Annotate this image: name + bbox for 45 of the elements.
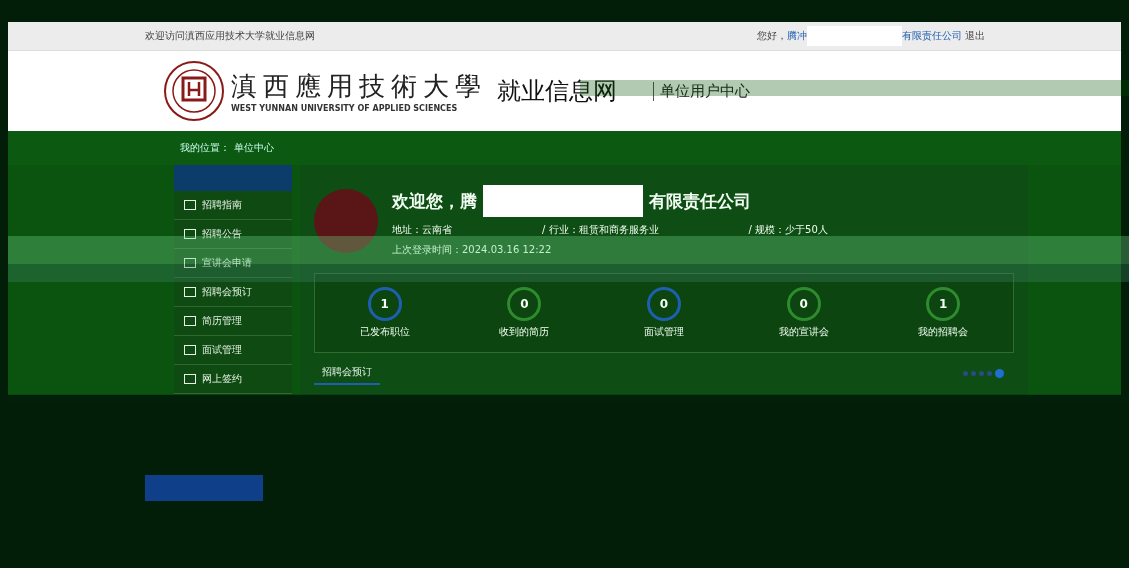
last-login-text: 上次登录时间：2024.03.16 12:22 xyxy=(392,243,553,257)
count-ring[interactable]: 0 xyxy=(786,287,821,321)
address-text: 地址：云南省 xyxy=(392,223,452,237)
tab[interactable]: 招聘会预订 xyxy=(314,361,380,385)
user-link[interactable]: 腾冲 xyxy=(786,29,807,43)
stat-label: 已发布职位 xyxy=(359,325,410,339)
monitor-icon xyxy=(184,287,196,297)
stat-label: 我的招聘会 xyxy=(918,325,969,339)
count-ring[interactable]: 0 xyxy=(647,287,681,321)
sidebar-item[interactable]: 简历管理 xyxy=(174,307,292,336)
count-ring[interactable]: 0 xyxy=(507,287,542,321)
monitor-icon xyxy=(184,200,196,210)
monitor-icon xyxy=(184,345,196,355)
monitor-icon xyxy=(184,229,196,239)
university-seal-icon xyxy=(163,60,225,122)
greeting-text: 您好， xyxy=(756,29,787,43)
sidebar-item[interactable]: 招聘公告 xyxy=(174,220,292,249)
school-name-english: WEST YUNNAN UNIVERSITY OF APPLIED SCIENCES xyxy=(231,104,459,113)
company-name-end: 有限责任公司 xyxy=(649,189,751,213)
stat-label: 收到的简历 xyxy=(499,325,550,339)
logout-link[interactable]: 退出 xyxy=(964,29,985,43)
welcome-text: 欢迎访问滇西应用技术大学就业信息网 xyxy=(144,29,315,43)
breadcrumb-link[interactable]: 单位中心 xyxy=(234,141,274,155)
pager-dots-icon xyxy=(963,368,1004,378)
site-title: 就业信息网 xyxy=(497,76,617,107)
count-ring[interactable]: 1 xyxy=(926,287,961,321)
welcome-heading: 欢迎您，腾 xyxy=(392,189,477,213)
monitor-icon xyxy=(184,374,196,384)
sidebar-item[interactable]: 面试管理 xyxy=(174,336,292,365)
school-name: 滇西應用技術大學 xyxy=(231,70,487,103)
stat-label: 我的宣讲会 xyxy=(778,325,829,339)
sidebar-item[interactable]: 宣讲会申请 xyxy=(174,249,292,278)
industry-text: / 行业：租赁和商务服务业 xyxy=(542,223,659,237)
monitor-icon xyxy=(184,258,196,268)
scale-text: / 规模：少于50人 xyxy=(748,223,828,237)
footer-button[interactable] xyxy=(145,475,263,501)
breadcrumb-label: 我的位置： xyxy=(180,141,230,155)
center-title: 单位用户中心 xyxy=(653,81,750,101)
count-ring[interactable]: 1 xyxy=(367,287,402,321)
sidebar-item[interactable]: 网上签约 xyxy=(174,365,292,394)
user-link[interactable]: 有限责任公司 xyxy=(901,29,962,43)
stat-label: 面试管理 xyxy=(644,325,684,339)
sidebar-item[interactable]: 招聘指南 xyxy=(174,191,292,220)
sidebar-item[interactable]: 招聘会预订 xyxy=(174,278,292,307)
monitor-icon xyxy=(184,316,196,326)
